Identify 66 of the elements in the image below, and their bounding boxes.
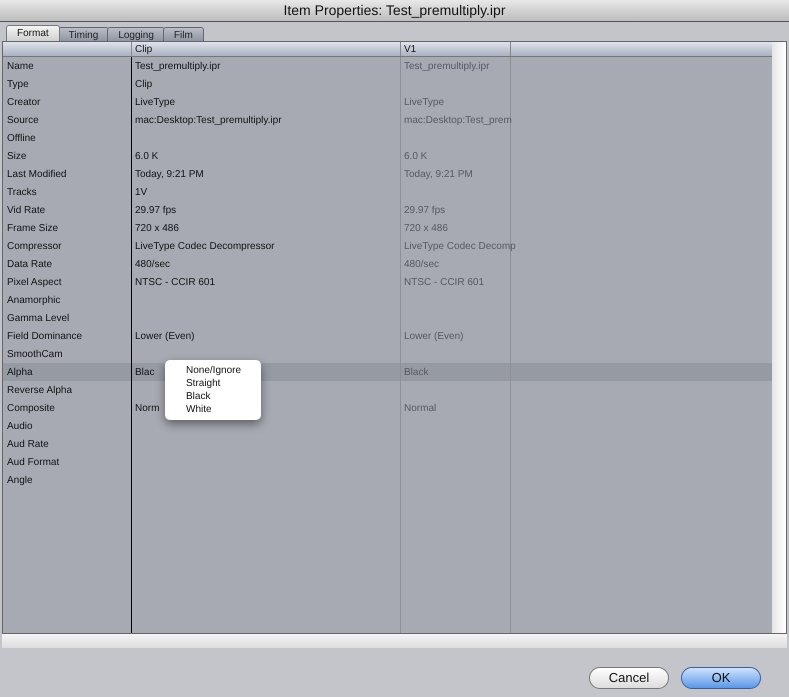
table-cell-text: NTSC - CCIR 601 bbox=[404, 276, 484, 290]
table-cell-text: Black bbox=[404, 366, 428, 380]
property-label: Source bbox=[7, 114, 39, 128]
menu-item[interactable]: Black bbox=[165, 390, 261, 403]
table-cell-text: Normal bbox=[404, 402, 436, 416]
table-cell-text: Norm bbox=[135, 402, 160, 416]
scroll-bar-track[interactable] bbox=[2, 634, 787, 648]
table-cell-text: 6.0 K bbox=[135, 150, 158, 164]
table-cell-text: Today, 9:21 PM bbox=[135, 168, 204, 182]
table-cell-text: Today, 9:21 PM bbox=[404, 168, 473, 182]
property-label: Offline bbox=[7, 132, 36, 146]
table-cell-text: 29.97 fps bbox=[404, 204, 446, 218]
table-cell-text: 480/sec bbox=[135, 258, 170, 272]
table-cell-text: Blac bbox=[135, 366, 154, 380]
table-cell-text: Test_premultiply.ipr bbox=[404, 60, 490, 74]
property-label: Size bbox=[7, 150, 26, 164]
column-header[interactable]: V1 bbox=[404, 42, 416, 56]
tab[interactable]: Timing bbox=[58, 27, 110, 41]
property-label: Tracks bbox=[7, 186, 37, 200]
property-label: Data Rate bbox=[7, 258, 52, 272]
table-cell-text: Lower (Even) bbox=[135, 330, 194, 344]
table-cell-text: mac:Desktop:Test_premultiply.ipr bbox=[135, 114, 282, 128]
tab[interactable]: Format bbox=[6, 25, 60, 41]
property-label: Angle bbox=[7, 474, 33, 488]
table-cell-text: 480/sec bbox=[404, 258, 440, 272]
table-cell-text: LiveType Codec Decomp bbox=[404, 240, 516, 254]
tab[interactable]: Logging bbox=[107, 27, 165, 41]
scroll-bar-track[interactable] bbox=[772, 42, 786, 633]
property-label: Creator bbox=[7, 96, 40, 110]
table-cell-text: 720 x 486 bbox=[404, 222, 448, 236]
property-label: Anamorphic bbox=[7, 294, 60, 308]
table-cell-text: LiveType bbox=[404, 96, 444, 110]
property-label: SmoothCam bbox=[7, 348, 63, 362]
property-label: Frame Size bbox=[7, 222, 58, 236]
property-label: Aud Format bbox=[7, 456, 60, 470]
property-label: Compressor bbox=[7, 240, 62, 254]
property-label: Gamma Level bbox=[7, 312, 70, 326]
cancel-button[interactable]: Cancel bbox=[589, 666, 669, 688]
table-cell-text: Clip bbox=[135, 78, 152, 92]
property-label: Reverse Alpha bbox=[7, 384, 72, 398]
menu-item[interactable]: None/Ignore bbox=[165, 364, 261, 377]
table-cell-text: Lower (Even) bbox=[404, 330, 464, 344]
property-label: Composite bbox=[7, 402, 55, 416]
property-label: Type bbox=[7, 78, 29, 92]
table-cell-text: NTSC - CCIR 601 bbox=[135, 276, 216, 290]
table-cell-text: 720 x 486 bbox=[135, 222, 179, 236]
property-label: Vid Rate bbox=[7, 204, 46, 218]
column-header[interactable]: Clip bbox=[135, 42, 152, 56]
property-label: Pixel Aspect bbox=[7, 276, 62, 290]
table-cell-text: Test_premultiply.ipr bbox=[135, 60, 220, 74]
menu-item[interactable]: White bbox=[165, 403, 261, 416]
property-label: Last Modified bbox=[7, 168, 66, 182]
tab[interactable]: Film bbox=[162, 27, 204, 41]
window-title: Item Properties: Test_premultiply.ipr bbox=[283, 1, 506, 20]
table-cell-text: 29.97 fps bbox=[135, 204, 176, 218]
table-cell-text: 1V bbox=[135, 186, 148, 200]
table-cell-text: 6.0 K bbox=[404, 150, 428, 164]
property-label: Field Dominance bbox=[7, 330, 82, 344]
table-cell-text: LiveType Codec Decompressor bbox=[135, 240, 275, 254]
table-cell-text: mac:Desktop:Test_prem bbox=[404, 114, 512, 128]
table-cell-text: LiveType bbox=[135, 96, 176, 110]
ok-button[interactable]: OK bbox=[681, 666, 761, 688]
property-label: Name bbox=[7, 60, 34, 74]
property-label: Alpha bbox=[7, 366, 33, 380]
property-label: Aud Rate bbox=[7, 438, 49, 452]
property-label: Audio bbox=[7, 420, 33, 434]
